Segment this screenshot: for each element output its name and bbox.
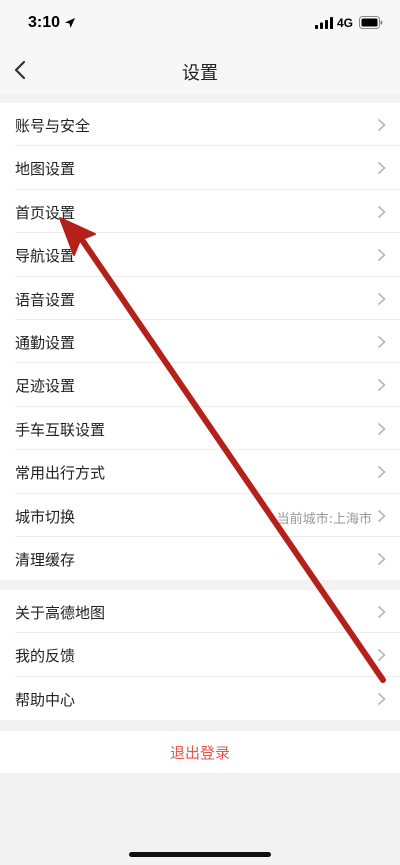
status-time: 3:10: [28, 14, 61, 31]
home-indicator[interactable]: [129, 852, 271, 857]
chevron-right-icon: [377, 466, 386, 479]
settings-item-label: 清理缓存: [15, 550, 76, 569]
current-city-value: 当前城市:上海市: [276, 511, 372, 527]
settings-item-label: 地图设置: [15, 160, 76, 179]
status-bar: 3:10 4G: [0, 0, 400, 46]
settings-item-label: 导航设置: [15, 247, 76, 266]
chevron-right-icon: [377, 692, 386, 705]
settings-item-label: 常用出行方式: [15, 464, 106, 483]
chevron-right-icon: [377, 118, 386, 132]
settings-item-commute[interactable]: 通勤设置: [0, 320, 400, 364]
chevron-right-icon: [377, 292, 386, 305]
signal-icon: [315, 17, 333, 29]
settings-item-map[interactable]: 地图设置: [0, 146, 400, 191]
settings-item-label: 首页设置: [15, 203, 76, 222]
settings-item-label: 我的反馈: [15, 647, 76, 666]
chevron-right-icon: [377, 422, 386, 435]
logout-button[interactable]: 退出登录: [0, 731, 400, 773]
settings-item-city-switch[interactable]: 城市切换 当前城市:上海市: [0, 494, 400, 538]
settings-item-voice[interactable]: 语音设置: [0, 277, 400, 321]
settings-item-label: 帮助中心: [15, 690, 76, 709]
settings-item-homepage[interactable]: 首页设置: [0, 190, 400, 234]
chevron-right-icon: [377, 552, 386, 565]
page-title: 设置: [182, 63, 218, 84]
settings-item-phone-car-link[interactable]: 手车互联设置: [0, 407, 400, 451]
settings-item-label: 通勤设置: [15, 333, 76, 352]
settings-item-label: 账号与安全: [15, 117, 91, 135]
chevron-right-icon: [377, 605, 386, 619]
settings-item-feedback[interactable]: 我的反馈: [0, 633, 400, 678]
settings-item-about[interactable]: 关于高德地图: [0, 590, 400, 634]
settings-item-label: 关于高德地图: [15, 604, 106, 622]
chevron-right-icon: [377, 249, 386, 262]
chevron-right-icon: [377, 205, 386, 218]
settings-item-clear-cache[interactable]: 清理缓存: [0, 537, 400, 580]
chevron-right-icon: [377, 379, 386, 392]
logout-label: 退出登录: [169, 744, 230, 762]
settings-item-help-center[interactable]: 帮助中心: [0, 677, 400, 720]
settings-group-main: 账号与安全 地图设置 首页设置 导航设置 语音设置 通勤设置 足迹设置 手车互联…: [0, 103, 400, 581]
chevron-right-icon: [377, 162, 386, 175]
settings-item-footprint[interactable]: 足迹设置: [0, 363, 400, 408]
settings-item-account-security[interactable]: 账号与安全: [0, 103, 400, 147]
settings-item-navigation[interactable]: 导航设置: [0, 233, 400, 277]
network-type: 4G: [337, 16, 354, 30]
nav-bar: 设置: [0, 46, 400, 94]
chevron-right-icon: [377, 509, 386, 522]
settings-item-label: 语音设置: [15, 290, 76, 309]
settings-group-about: 关于高德地图 我的反馈 帮助中心: [0, 590, 400, 721]
chevron-right-icon: [377, 335, 386, 349]
settings-item-label: 足迹设置: [15, 377, 76, 396]
chevron-right-icon: [377, 649, 386, 662]
battery-icon: [359, 16, 383, 29]
location-arrow-icon: [65, 18, 75, 28]
settings-item-label: 手车互联设置: [15, 420, 106, 439]
settings-item-travel-mode[interactable]: 常用出行方式: [0, 450, 400, 494]
settings-item-label: 城市切换: [15, 507, 76, 526]
